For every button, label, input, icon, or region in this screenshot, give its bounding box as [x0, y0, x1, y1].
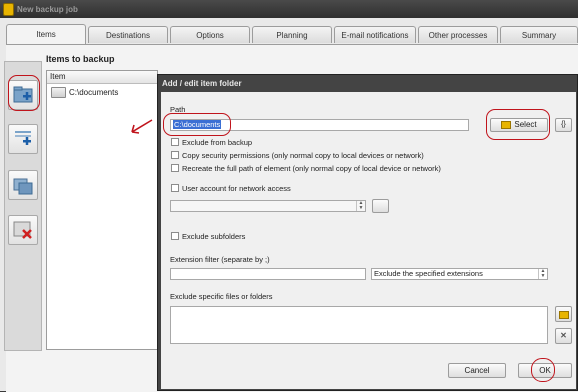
- dialog-title: Add / edit item folder: [162, 79, 242, 88]
- highlight-circle: [163, 113, 231, 136]
- column-header-item[interactable]: Item: [47, 71, 157, 84]
- user-account-checkbox[interactable]: [171, 184, 179, 192]
- edit-item-dialog: Add / edit item folder Path C:\documents…: [157, 74, 578, 391]
- remove-item-icon: [13, 221, 32, 239]
- tab-other-processes[interactable]: Other processes: [418, 26, 498, 43]
- exclude-from-backup-checkbox[interactable]: [171, 138, 179, 146]
- extension-filter-input[interactable]: [170, 268, 366, 280]
- recreate-path-checkbox[interactable]: [171, 164, 179, 172]
- tab-items[interactable]: Items: [6, 24, 86, 45]
- list-item[interactable]: C:\documents: [51, 87, 118, 99]
- exclude-subfolders-label: Exclude subfolders: [182, 232, 246, 241]
- close-icon: ✕: [560, 331, 567, 340]
- exclude-subfolders-checkbox[interactable]: [171, 232, 179, 240]
- edit-item-icon: [13, 178, 33, 195]
- highlight-circle: [8, 75, 40, 111]
- tab-planning[interactable]: Planning: [252, 26, 332, 43]
- add-file-button[interactable]: [8, 124, 38, 154]
- list-item-label: C:\documents: [69, 88, 119, 97]
- title-bar: New backup job: [0, 0, 578, 18]
- extension-filter-label: Extension filter (separate by ;): [170, 255, 270, 264]
- add-file-icon: [15, 131, 31, 145]
- copy-security-label: Copy security permissions (only normal c…: [182, 151, 424, 160]
- user-account-button[interactable]: [372, 199, 389, 213]
- tab-destinations[interactable]: Destinations: [88, 26, 168, 43]
- exclude-from-backup-label: Exclude from backup: [182, 138, 253, 147]
- folder-icon: [51, 87, 66, 99]
- exclude-files-list[interactable]: [170, 306, 548, 344]
- window-title: New backup job: [17, 5, 78, 14]
- user-account-label: User account for network access: [182, 184, 291, 193]
- tab-summary[interactable]: Summary: [500, 26, 578, 43]
- items-section-title: Items to backup: [46, 54, 115, 64]
- chevron-updown-icon: ▲ ▼: [538, 269, 547, 279]
- tab-options[interactable]: Options: [170, 26, 250, 43]
- user-account-select[interactable]: ▲ ▼: [170, 200, 366, 212]
- app-icon: [3, 3, 14, 16]
- variables-button[interactable]: {}: [555, 118, 572, 132]
- tab-bar: Items Destinations Options Planning E-ma…: [6, 24, 578, 45]
- extension-mode-select[interactable]: Exclude the specified extensions ▲ ▼: [371, 268, 548, 280]
- extension-mode-value: Exclude the specified extensions: [374, 269, 483, 278]
- highlight-circle: [486, 109, 550, 140]
- chevron-updown-icon: ▲ ▼: [356, 201, 365, 211]
- open-folder-icon: [558, 311, 569, 319]
- items-list[interactable]: Item C:\documents: [46, 70, 158, 350]
- tab-email-notifications[interactable]: E-mail notifications: [334, 26, 416, 43]
- remove-exclusion-button[interactable]: ✕: [555, 328, 572, 344]
- copy-security-checkbox[interactable]: [171, 151, 179, 159]
- exclude-files-label: Exclude specific files or folders: [170, 292, 273, 301]
- recreate-path-label: Recreate the full path of element (only …: [182, 164, 441, 173]
- cancel-button[interactable]: Cancel: [448, 363, 506, 378]
- pointer-arrow-icon: [131, 119, 153, 134]
- add-exclusion-button[interactable]: [555, 306, 572, 322]
- remove-item-button[interactable]: [8, 215, 38, 245]
- highlight-circle: [531, 358, 555, 382]
- edit-item-button[interactable]: [8, 170, 38, 200]
- dialog-body: Path C:\documents Select {} Exclude from…: [161, 92, 576, 389]
